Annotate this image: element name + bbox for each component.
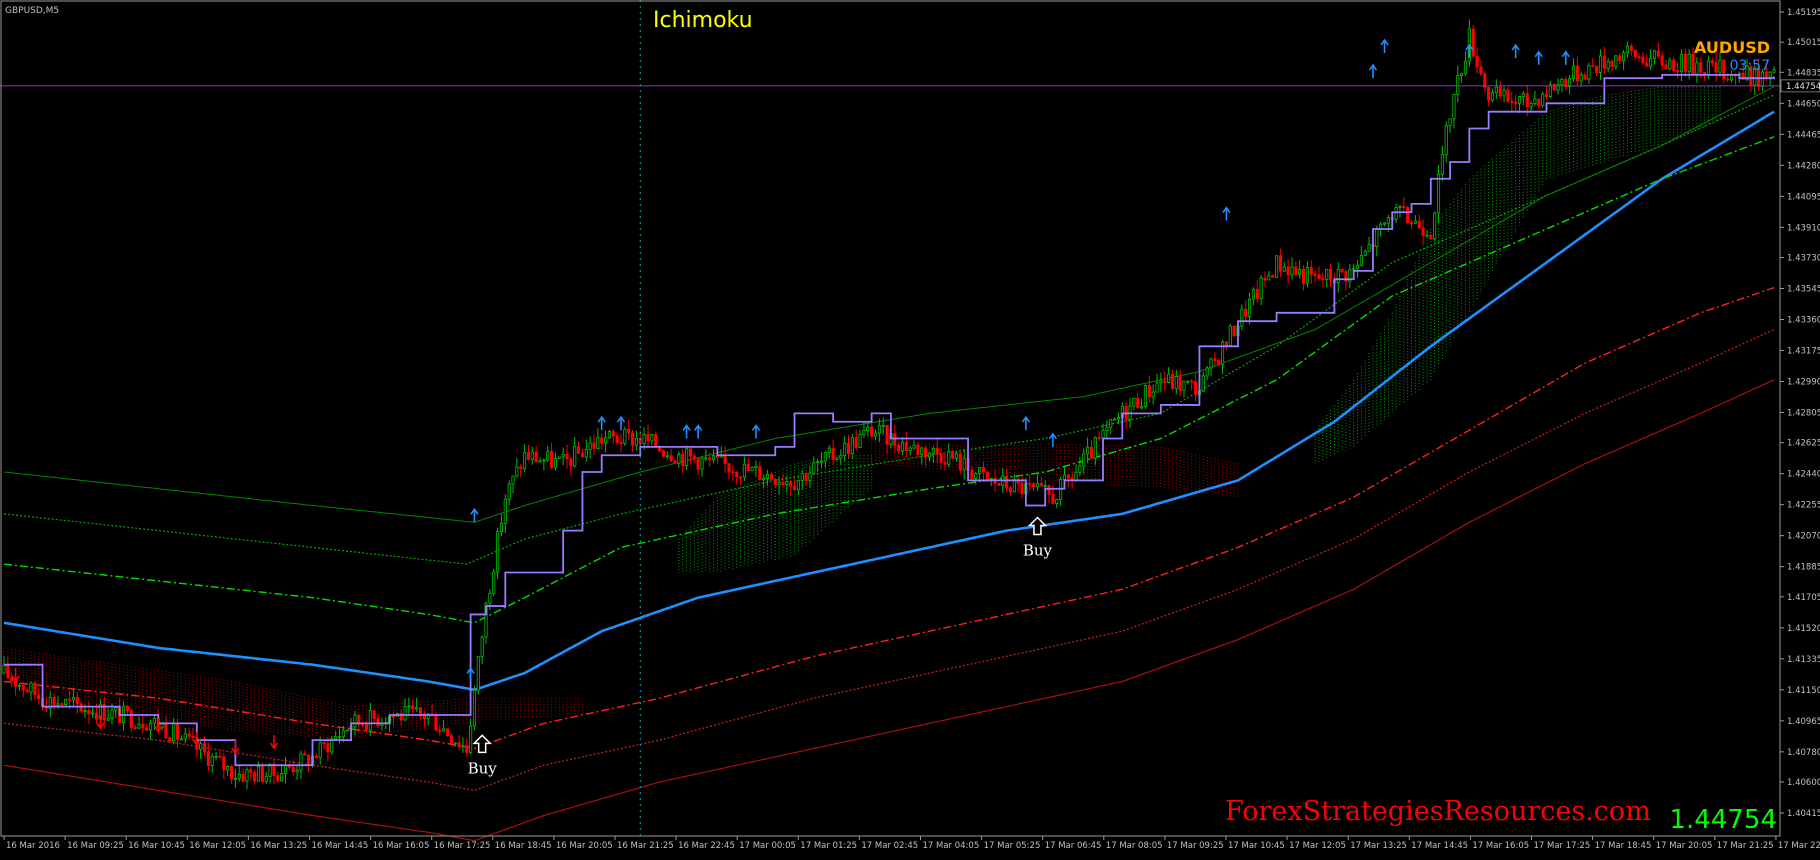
corner-timer: 03:57 <box>1730 58 1770 74</box>
time-tick-label: 17 Mar 10:45 <box>1228 841 1285 851</box>
price-tick-label: 1.41885 <box>1787 563 1820 573</box>
current-price: 1.44754 <box>1669 805 1777 835</box>
candle <box>623 426 627 446</box>
time-tick-label: 16 Mar 16:05 <box>373 841 430 851</box>
watermark: ForexStrategiesResources.com <box>1225 796 1651 827</box>
candle <box>1232 325 1236 338</box>
price-tick-label: 1.45015 <box>1787 38 1820 48</box>
time-tick-label: 17 Mar 02:45 <box>861 841 918 851</box>
price-tick-label: 1.43910 <box>1787 223 1820 233</box>
candle <box>492 568 496 596</box>
time-tick-label: 17 Mar 05:25 <box>984 841 1041 851</box>
candle <box>1433 211 1437 242</box>
candle <box>472 686 477 731</box>
time-tick-label: 16 Mar 10:45 <box>128 841 185 851</box>
price-tick-label: 1.40780 <box>1787 748 1820 758</box>
price-tick-label: 1.40600 <box>1787 778 1820 788</box>
price-tick-label: 1.42625 <box>1787 439 1820 449</box>
time-tick-label: 17 Mar 16:05 <box>1472 841 1529 851</box>
time-tick-label: 16 Mar 22:45 <box>678 841 735 851</box>
candle <box>997 482 1001 486</box>
price-tick-label: 1.42440 <box>1787 470 1820 480</box>
price-tick-label: 1.40965 <box>1787 717 1820 727</box>
candle <box>661 449 665 458</box>
time-tick-label: 16 Mar 21:25 <box>617 841 674 851</box>
buy-label: Buy <box>468 759 498 777</box>
time-tick-label: 17 Mar 12:05 <box>1289 841 1346 851</box>
chart-canvas[interactable]: Buy Buy 1.45195 1.45015 1.44835 1.44650 1.444… <box>0 0 1820 856</box>
time-tick-label: 17 Mar 18:45 <box>1595 841 1652 851</box>
corner-pair: AUDUSD <box>1694 38 1770 57</box>
candle <box>1471 24 1475 59</box>
price-tick-label: 1.41520 <box>1787 624 1820 634</box>
candle <box>496 527 500 579</box>
time-tick-label: 16 Mar 17:25 <box>434 841 491 851</box>
time-tick-label: 16 Mar 20:05 <box>556 841 613 851</box>
price-tick-label: 1.41705 <box>1787 593 1820 603</box>
price-tick-label: 1.41150 <box>1787 686 1820 696</box>
price-tick-label: 1.42255 <box>1787 501 1820 511</box>
price-tick-label: 1.43545 <box>1787 284 1820 294</box>
candle <box>330 736 334 755</box>
candle <box>1406 205 1410 225</box>
price-tick-label: 1.41335 <box>1787 655 1820 665</box>
price-tick-label: 1.44835 <box>1787 68 1820 78</box>
candle <box>1228 323 1232 347</box>
price-tick-label: 1.40415 <box>1787 809 1820 819</box>
time-tick-label: 16 Mar 2016 <box>6 841 60 851</box>
price-tick-label: 1.42805 <box>1787 409 1820 419</box>
time-tick-label: 17 Mar 08:05 <box>1106 841 1163 851</box>
price-tick-label: 1.44465 <box>1787 130 1820 140</box>
candle <box>345 729 349 732</box>
price-tick-label: 1.42990 <box>1787 377 1820 387</box>
candle <box>1552 83 1556 91</box>
price-tick-label: 1.45195 <box>1787 8 1820 18</box>
time-tick-label: 16 Mar 12:05 <box>189 841 246 851</box>
time-tick-label: 17 Mar 09:25 <box>1167 841 1224 851</box>
time-tick-label: 16 Mar 13:25 <box>250 841 307 851</box>
price-tick-label: 1.44280 <box>1787 161 1820 171</box>
price-chart[interactable]: Buy Buy 1.45195 1.45015 1.44835 1.44650 1.444… <box>0 0 1820 856</box>
price-tick-label: 1.43360 <box>1787 315 1820 325</box>
time-tick-label: 17 Mar 01:25 <box>800 841 857 851</box>
time-tick-label: 17 Mar 04:05 <box>923 841 980 851</box>
candle <box>1143 384 1147 409</box>
time-tick-label: 17 Mar 14:45 <box>1411 841 1468 851</box>
time-tick-label: 17 Mar 13:25 <box>1350 841 1407 851</box>
time-tick-label: 16 Mar 09:25 <box>67 841 124 851</box>
time-tick-label: 17 Mar 21:25 <box>1717 841 1774 851</box>
time-tick-label: 16 Mar 14:45 <box>312 841 369 851</box>
time-tick-label: 17 Mar 06:45 <box>1045 841 1102 851</box>
candle <box>476 656 480 695</box>
price-tick-label: 1.43730 <box>1787 253 1820 263</box>
time-tick-label: 16 Mar 18:45 <box>495 841 552 851</box>
buy-label: Buy <box>1023 542 1053 560</box>
price-tag-value: 1.44754 <box>1786 82 1820 92</box>
time-tick-label: 17 Mar 22: <box>1778 841 1820 851</box>
time-tick-label: 17 Mar 17:25 <box>1534 841 1591 851</box>
price-tick-label: 1.42070 <box>1787 532 1820 542</box>
symbol-label: GBPUSD,M5 <box>5 6 59 16</box>
price-tick-label: 1.44095 <box>1787 192 1820 202</box>
candle <box>1274 255 1279 278</box>
indicator-title: Ichimoku <box>653 8 753 33</box>
time-tick-label: 17 Mar 20:05 <box>1656 841 1713 851</box>
candle <box>750 466 754 472</box>
candle <box>1541 91 1545 108</box>
price-tick-label: 1.43175 <box>1787 346 1820 356</box>
price-tick-label: 1.44650 <box>1787 99 1820 109</box>
candle <box>445 728 450 737</box>
time-tick-label: 17 Mar 00:05 <box>739 841 796 851</box>
